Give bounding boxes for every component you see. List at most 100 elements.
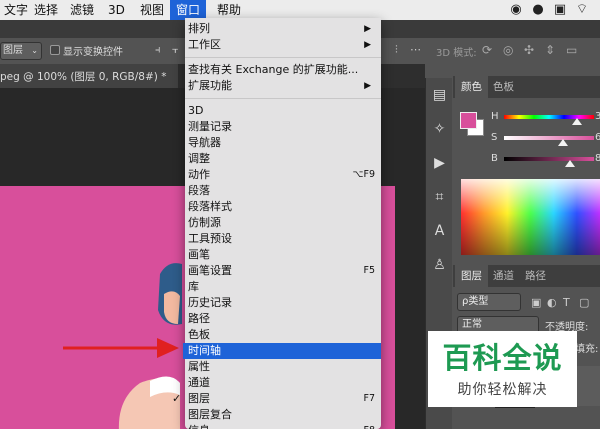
brightness-thumb[interactable]: [565, 160, 575, 167]
show-transform-label: 显示变换控件: [63, 47, 123, 58]
menu-item-label: 调整: [188, 152, 210, 165]
menu-item-label: 测量记录: [188, 120, 232, 133]
document-tab[interactable]: peg @ 100% (图层 0, RGB/8#) *: [0, 64, 178, 88]
tab-color[interactable]: 颜色: [455, 76, 488, 98]
filter-adjust-icon[interactable]: ◐: [547, 296, 557, 309]
orbit-3d-icon[interactable]: ⟳: [482, 43, 492, 57]
menu-item-label: 工作区: [188, 38, 221, 51]
blend-mode-value: 正常: [462, 319, 482, 330]
slide-3d-icon[interactable]: ⇕: [545, 43, 555, 57]
roll-3d-icon[interactable]: ◎: [503, 43, 513, 57]
menu-item-timeline[interactable]: 时间轴: [183, 343, 381, 359]
submenu-arrow-icon: ▶: [364, 81, 371, 91]
distribute-icon[interactable]: ⫶: [395, 44, 405, 56]
pan-3d-icon[interactable]: ✣: [524, 43, 534, 57]
menu-item-label: 历史记录: [188, 296, 232, 309]
menu-item-navigator[interactable]: 导航器: [185, 135, 381, 151]
menu-item-find-exchange[interactable]: 查找有关 Exchange 的扩展功能...: [185, 62, 381, 78]
brightness-slider[interactable]: [504, 157, 594, 161]
layer-kind-filter[interactable]: ρ类型: [457, 293, 521, 311]
distribute-more-icon[interactable]: ⋯: [410, 44, 421, 56]
filter-pixel-icon[interactable]: ▣: [531, 296, 541, 309]
foreground-color-swatch[interactable]: [460, 112, 477, 129]
menu-item-clone-source[interactable]: 仿制源: [185, 215, 381, 231]
menu-item-label: 仿制源: [188, 216, 221, 229]
stamp-icon[interactable]: ♙: [430, 256, 449, 275]
mode-3d-label: 3D 模式:: [436, 48, 477, 59]
menu-item-3d[interactable]: 3D: [185, 103, 381, 119]
type-icon[interactable]: A: [430, 222, 449, 241]
watermark-subtitle: 助你轻松解决: [457, 382, 548, 398]
saturation-slider[interactable]: [504, 136, 594, 140]
menu-item-workspace[interactable]: 工作区 ▶: [185, 37, 381, 53]
saturation-label: S: [491, 132, 498, 143]
align-center-icon[interactable]: ⫟: [172, 44, 182, 56]
menu-item-channels[interactable]: 通道: [185, 375, 381, 391]
menu-window[interactable]: 窗口: [170, 0, 207, 20]
tab-paths[interactable]: 路径: [519, 265, 552, 287]
saturation-value: 6: [595, 132, 600, 143]
menu-item-paragraph[interactable]: 段落: [185, 183, 381, 199]
menu-item-layers[interactable]: ✓ 图层 F7: [172, 391, 381, 407]
wifi-icon[interactable]: ⌔: [574, 2, 590, 18]
menu-item-label: 时间轴: [188, 344, 221, 357]
menu-select[interactable]: 选择: [28, 0, 64, 20]
color-spectrum[interactable]: [461, 179, 600, 255]
tab-swatches[interactable]: 色板: [487, 76, 520, 98]
qq-icon[interactable]: ◉: [508, 2, 524, 18]
menu-item-brushes[interactable]: 画笔: [185, 247, 381, 263]
menu-item-label: 图层复合: [188, 408, 232, 421]
menu-item-tool-presets[interactable]: 工具预设: [185, 231, 381, 247]
hue-thumb[interactable]: [572, 118, 582, 125]
menu-item-properties[interactable]: 属性: [185, 359, 381, 375]
menu-item-swatches[interactable]: 色板: [185, 327, 381, 343]
menu-item-paragraph-styles[interactable]: 段落样式: [185, 199, 381, 215]
tab-layers[interactable]: 图层: [455, 265, 488, 287]
menu-item-shortcut: F5: [363, 265, 375, 276]
menu-item-history[interactable]: 历史记录: [185, 295, 381, 311]
menu-item-label: 动作: [188, 168, 210, 181]
menu-separator: [185, 57, 381, 58]
menu-3d[interactable]: 3D: [102, 0, 131, 20]
filter-shape-icon[interactable]: ▢: [579, 296, 589, 309]
align-left-icon[interactable]: ⫞: [155, 44, 165, 56]
menu-item-measurement-log[interactable]: 测量记录: [185, 119, 381, 135]
menu-item-libraries[interactable]: 库: [185, 279, 381, 295]
scale-3d-icon[interactable]: ▭: [566, 43, 577, 57]
tab-channels[interactable]: 通道: [487, 265, 520, 287]
menu-item-label: 色板: [188, 328, 210, 341]
filter-type-icon[interactable]: T: [563, 296, 570, 309]
show-transform-checkbox[interactable]: [50, 45, 60, 55]
menu-item-label: 通道: [188, 376, 210, 389]
menu-item-extensions[interactable]: 扩展功能 ▶: [185, 78, 381, 94]
menu-separator: [185, 98, 381, 99]
menu-filter[interactable]: 滤镜: [64, 0, 100, 20]
brightness-value: 8: [595, 153, 600, 164]
menu-item-arrange[interactable]: 排列 ▶: [185, 21, 381, 37]
menu-item-brush-settings[interactable]: 画笔设置 F5: [185, 263, 381, 279]
menu-view[interactable]: 视图: [134, 0, 170, 20]
saturation-thumb[interactable]: [558, 139, 568, 146]
auto-select-dropdown[interactable]: 图层 ⌄: [0, 42, 42, 60]
wechat-icon[interactable]: ●: [530, 2, 546, 18]
input-method-icon[interactable]: ▣: [552, 2, 568, 18]
window-menu-dropdown: 排列 ▶ 工作区 ▶ 查找有关 Exchange 的扩展功能... 扩展功能 ▶…: [172, 18, 381, 429]
menu-item-paths[interactable]: 路径: [185, 311, 381, 327]
menu-item-shortcut: F8: [363, 423, 375, 429]
auto-select-value: 图层: [3, 45, 23, 56]
hue-label: H: [491, 111, 499, 122]
submenu-arrow-icon: ▶: [364, 40, 371, 50]
menu-item-info[interactable]: 信息 F8: [185, 423, 381, 429]
menu-help[interactable]: 帮助: [211, 0, 247, 20]
menu-item-adjustments[interactable]: 调整: [185, 151, 381, 167]
crop-icon[interactable]: ⌗: [430, 188, 449, 207]
play-icon[interactable]: ▶: [430, 154, 449, 173]
menu-item-actions[interactable]: 动作 ⌥F9: [185, 167, 381, 183]
puzzle-icon[interactable]: ✧: [430, 120, 449, 139]
menu-item-layer-comps[interactable]: 图层复合: [185, 407, 381, 423]
menu-item-label: 路径: [188, 312, 210, 325]
menu-item-label: 段落: [188, 184, 210, 197]
menu-item-shortcut: F7: [363, 393, 375, 404]
menu-item-label: 扩展功能: [188, 79, 232, 92]
3d-panel-icon[interactable]: ▤: [430, 86, 449, 105]
